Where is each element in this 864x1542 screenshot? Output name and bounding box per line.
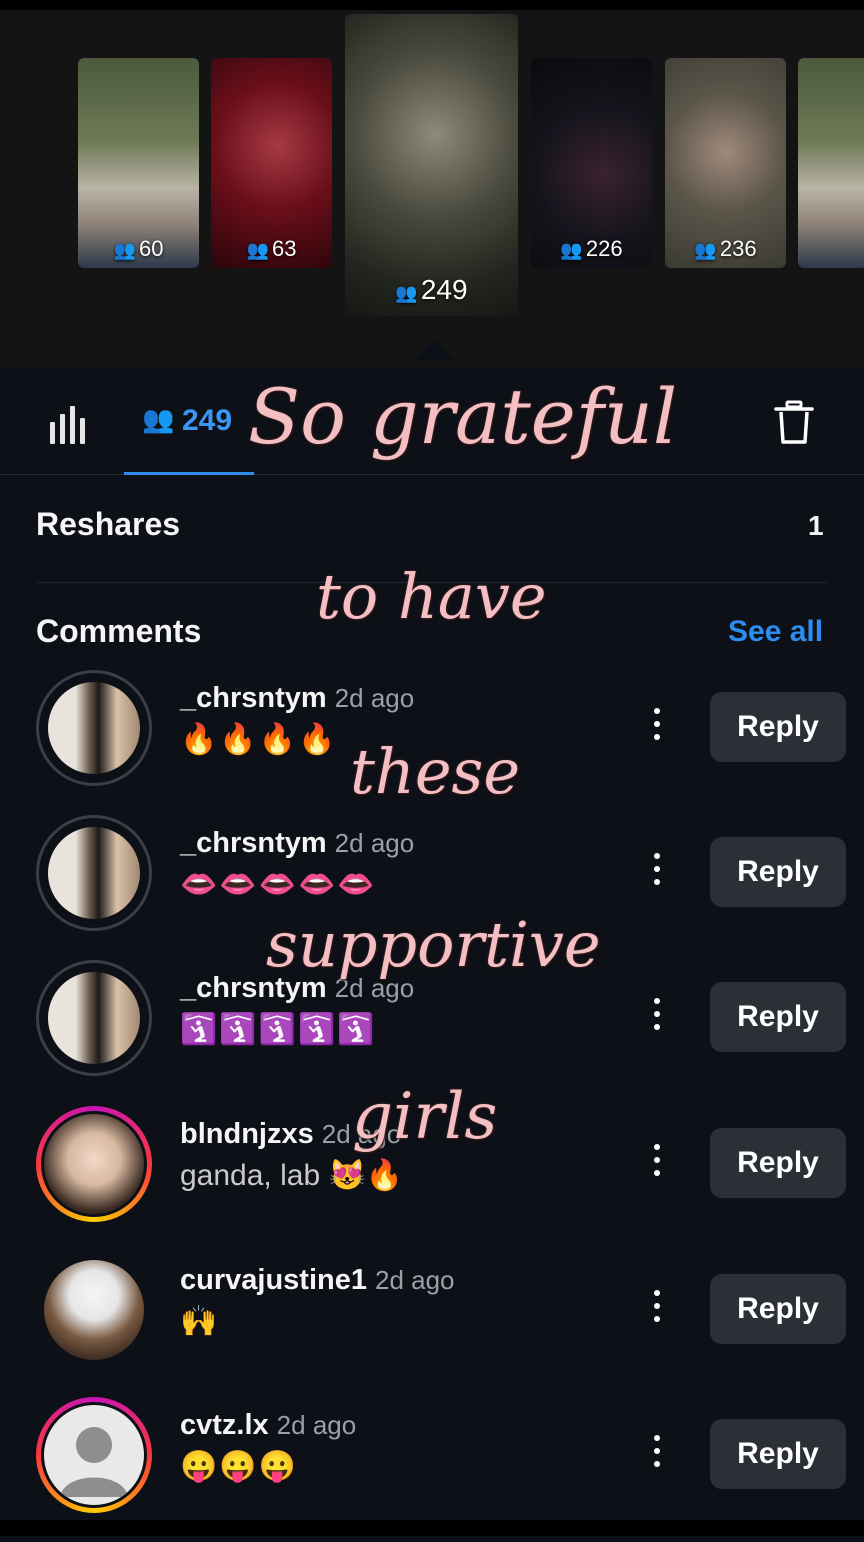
comment-text: ganda, lab 😻🔥 [180, 1159, 404, 1192]
comment-text: 🙌 [180, 1305, 220, 1338]
avatar[interactable] [36, 1106, 152, 1222]
comment-time: 2d ago [334, 683, 415, 713]
viewers-icon: 👥 [246, 240, 269, 260]
tab-viewers[interactable]: 👥 249 [124, 368, 254, 475]
story-viewer-count: 236 [719, 236, 757, 261]
comment-row: blndnjzxs 2d ago ganda, lab 😻🔥 Reply [0, 1106, 864, 1251]
reply-button[interactable]: Reply [710, 1274, 846, 1344]
story-thumbnail[interactable]: 👥 63 [211, 58, 332, 268]
divider [36, 582, 828, 583]
bottom-edge [0, 1520, 864, 1536]
comment-time: 2d ago [374, 1265, 455, 1295]
avatar[interactable] [36, 960, 152, 1076]
more-options-icon[interactable] [652, 708, 662, 748]
comment-time: 2d ago [276, 1410, 357, 1440]
more-options-icon[interactable] [652, 1144, 662, 1184]
stats-icon[interactable] [48, 404, 92, 444]
story-thumbnail-selected[interactable]: 👥 249 [345, 14, 518, 316]
story-thumbnail[interactable]: 👥 226 [531, 58, 652, 268]
avatar[interactable] [36, 815, 152, 931]
comment-time: 2d ago [334, 973, 415, 1003]
comment-username[interactable]: cvtz.lx [180, 1409, 269, 1441]
see-all-link[interactable]: See all [728, 615, 823, 649]
story-viewer-count: 226 [585, 236, 623, 261]
viewers-icon: 👥 [113, 240, 136, 260]
reply-button[interactable]: Reply [710, 982, 846, 1052]
story-viewer-count: 63 [271, 236, 297, 261]
reply-button[interactable]: Reply [710, 692, 846, 762]
comment-username[interactable]: _chrsntym [180, 682, 327, 714]
reply-button[interactable]: Reply [710, 1128, 846, 1198]
reshares-title: Reshares [36, 506, 181, 542]
story-thumbnail[interactable]: 👥 60 [78, 58, 199, 268]
avatar[interactable] [36, 670, 152, 786]
story-thumbnail[interactable] [798, 58, 864, 268]
more-options-icon[interactable] [652, 853, 662, 893]
comment-username[interactable]: curvajustine1 [180, 1264, 367, 1296]
avatar[interactable] [36, 1252, 152, 1368]
comment-text: 🛐🛐🛐🛐🛐 [180, 1013, 377, 1046]
story-carousel[interactable]: 👥 60 👥 63 👥 249 👥 226 👥 236 [0, 10, 864, 368]
avatar[interactable] [36, 1397, 152, 1513]
comment-time: 2d ago [334, 828, 415, 858]
viewers-icon: 👥 [560, 240, 583, 260]
viewers-icon: 👥 [694, 240, 717, 260]
more-options-icon[interactable] [652, 1435, 662, 1475]
comment-text: 👄👄👄👄👄 [180, 868, 377, 901]
viewers-icon: 👥 [142, 404, 175, 434]
viewers-icon: 👥 [395, 283, 418, 303]
comment-username[interactable]: _chrsntym [180, 827, 327, 859]
comment-text: 🔥🔥🔥🔥 [180, 723, 338, 756]
comment-username[interactable]: blndnjzxs [180, 1118, 314, 1150]
comment-row: _chrsntym 2d ago 👄👄👄👄👄 Reply [0, 815, 864, 960]
comment-username[interactable]: _chrsntym [180, 972, 327, 1004]
more-options-icon[interactable] [652, 998, 662, 1038]
comment-row: curvajustine1 2d ago 🙌 Reply [0, 1252, 864, 1397]
comment-time: 2d ago [321, 1119, 402, 1149]
selection-pointer [414, 340, 454, 360]
story-viewer-count: 60 [138, 236, 164, 261]
comments-title: Comments [36, 613, 202, 649]
trash-icon[interactable] [770, 398, 818, 446]
comment-row: _chrsntym 2d ago 🔥🔥🔥🔥 Reply [0, 670, 864, 815]
story-thumbnail[interactable]: 👥 236 [665, 58, 786, 268]
comment-text: 😛😛😛 [180, 1450, 299, 1483]
default-avatar-icon [60, 1427, 128, 1497]
more-options-icon[interactable] [652, 1290, 662, 1330]
reshares-count: 1 [808, 510, 824, 541]
overlay-caption-line: to have [316, 560, 547, 633]
status-bar [0, 0, 864, 10]
comment-row: _chrsntym 2d ago 🛐🛐🛐🛐🛐 Reply [0, 960, 864, 1105]
story-insights-tabs: 👥 249 [0, 368, 864, 475]
viewers-count: 249 [182, 404, 233, 437]
reply-button[interactable]: Reply [710, 1419, 846, 1489]
reply-button[interactable]: Reply [710, 837, 846, 907]
story-viewer-count: 249 [420, 274, 468, 305]
